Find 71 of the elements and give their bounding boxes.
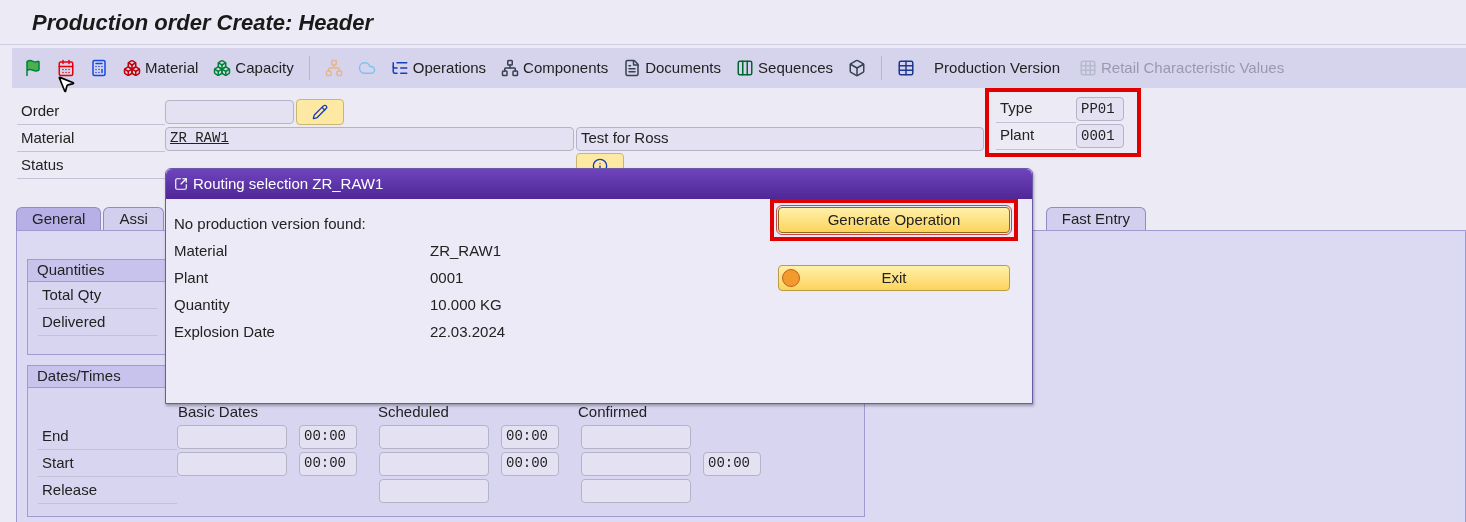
columns-icon <box>736 59 755 77</box>
info-value: ZR_RAW1 <box>430 241 502 262</box>
field-label: Delivered <box>38 309 158 336</box>
info-value: 10.000 KG <box>430 295 502 316</box>
description-field[interactable]: Test for Ross <box>576 126 984 151</box>
hierarchy-icon <box>324 59 343 77</box>
time-field[interactable]: 00:00 <box>501 451 559 476</box>
toolbar-button[interactable]: Sequences <box>732 52 838 84</box>
dialog-icon <box>174 177 188 191</box>
toolbar-button[interactable]: Material <box>119 52 203 84</box>
date-field[interactable] <box>379 478 489 503</box>
window-title: Production order Create: Header <box>32 8 374 37</box>
field-label: Release <box>38 477 177 504</box>
cube-icon <box>848 59 867 77</box>
info-value: 22.03.2024 <box>430 322 506 343</box>
date-field[interactable] <box>581 424 691 449</box>
info-label: Material <box>174 241 229 262</box>
column-heading: Scheduled <box>378 401 450 422</box>
group-title: Dates/Times <box>37 366 121 387</box>
info-label: Plant <box>174 268 210 289</box>
flag-icon <box>24 59 42 77</box>
field-label: Status <box>17 152 165 179</box>
input-field[interactable]: PP01 <box>1076 97 1124 121</box>
info-label: Explosion Date <box>174 322 276 343</box>
column-heading: Confirmed <box>578 401 649 422</box>
edit-button[interactable] <box>296 98 344 125</box>
tab[interactable]: Fast Entry <box>1045 207 1147 230</box>
toolbar-button[interactable]: Operations <box>386 52 491 84</box>
time-field[interactable]: 00:00 <box>299 424 357 449</box>
date-field[interactable] <box>581 451 691 476</box>
field-value: ZR_RAW1 <box>170 129 229 148</box>
mouse-pointer-icon <box>56 74 76 94</box>
input-field[interactable] <box>165 99 294 124</box>
pencil-icon <box>312 103 328 120</box>
field-label: Start <box>38 450 177 477</box>
date-field[interactable] <box>379 451 489 476</box>
field-label: Order <box>17 98 165 125</box>
toolbar-button[interactable]: Production Version <box>926 52 1068 84</box>
field-label: End <box>38 423 177 450</box>
document-icon <box>623 59 642 77</box>
dialog-title: Routing selection ZR_RAW1 <box>193 173 384 194</box>
date-field[interactable] <box>177 424 287 449</box>
date-field[interactable] <box>177 451 287 476</box>
exit-button[interactable]: Exit <box>778 265 1010 291</box>
toolbar-button[interactable]: Components <box>497 52 613 84</box>
toolbar-button[interactable]: Documents <box>619 52 726 84</box>
table-icon <box>897 59 916 77</box>
calculator-icon <box>90 59 108 77</box>
time-field[interactable]: 00:00 <box>299 451 357 476</box>
time-field[interactable]: 00:00 <box>703 451 761 476</box>
hierarchy-icon <box>501 59 520 77</box>
input-field[interactable]: 0001 <box>1076 124 1124 148</box>
tab[interactable]: Assi <box>103 207 164 230</box>
grid-icon <box>1079 59 1097 77</box>
date-field[interactable] <box>379 424 489 449</box>
time-field[interactable]: 00:00 <box>501 424 559 449</box>
field-label: Material <box>17 125 165 152</box>
group-title: Quantities <box>37 260 105 281</box>
material-field[interactable]: ZR_RAW1 <box>165 126 574 151</box>
toolbar-button[interactable]: Capacity <box>209 52 298 84</box>
info-label: Quantity <box>174 295 231 316</box>
date-field[interactable] <box>581 478 691 503</box>
info-value: 0001 <box>430 268 464 289</box>
generate-button[interactable]: Generate Operation <box>778 207 1010 233</box>
column-heading: Basic Dates <box>178 401 260 422</box>
list-tree-icon <box>390 59 409 77</box>
calendar-icon <box>57 59 75 77</box>
dialog-message: No production version found: <box>174 214 367 235</box>
tab[interactable]: General <box>16 207 102 230</box>
field-label: Total Qty <box>38 282 158 309</box>
cloud-icon <box>357 59 376 77</box>
